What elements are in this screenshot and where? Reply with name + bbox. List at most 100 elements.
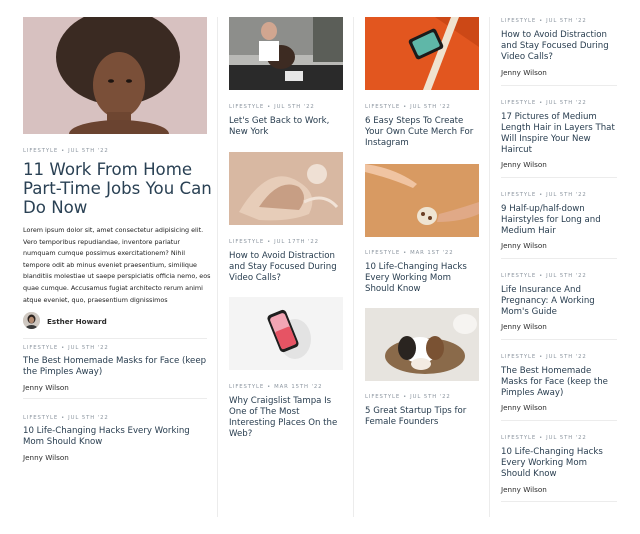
separator-dot: • <box>539 354 544 360</box>
hero-title[interactable]: 11 Work From Home Part-Time Jobs You Can… <box>23 160 213 217</box>
category-label[interactable]: LIFESTYLE <box>23 345 58 351</box>
date-label: JUL 5TH '22 <box>546 435 587 441</box>
article-title[interactable]: Life Insurance And Pregnancy: A Working … <box>501 285 617 318</box>
article-meta: LIFESTYLE • JUL 5TH '22 <box>23 345 109 351</box>
article-meta: LIFESTYLE • JUL 5TH '22 <box>501 435 587 441</box>
category-label[interactable]: LIFESTYLE <box>23 148 58 154</box>
article-meta: LIFESTYLE • JUL 5TH '22 <box>501 354 587 360</box>
article-image[interactable] <box>365 164 479 237</box>
article-author[interactable]: Jenny Wilson <box>501 160 547 169</box>
date-label: JUL 5TH '22 <box>410 104 451 110</box>
article-title[interactable]: 6 Easy Steps To Create Your Own Cute Mer… <box>365 116 479 149</box>
article-author[interactable]: Jenny Wilson <box>501 241 547 250</box>
article-title[interactable]: Why Craigslist Tampa Is One of The Most … <box>229 396 343 440</box>
separator-dot: • <box>403 250 408 256</box>
article-author[interactable]: Jenny Wilson <box>23 453 69 462</box>
separator-dot: • <box>539 435 544 441</box>
category-label[interactable]: LIFESTYLE <box>365 394 400 400</box>
article-title[interactable]: How to Avoid Distraction and Stay Focuse… <box>229 251 343 284</box>
separator-dot: • <box>267 104 272 110</box>
article-author[interactable]: Jenny Wilson <box>501 322 547 331</box>
article-title[interactable]: Let's Get Back to Work, New York <box>229 116 343 138</box>
date-label: JUL 5TH '22 <box>68 415 109 421</box>
divider <box>501 258 617 259</box>
article-meta: LIFESTYLE • JUL 5TH '22 <box>501 273 587 279</box>
article-author[interactable]: Jenny Wilson <box>501 68 547 77</box>
column-divider <box>353 17 354 517</box>
category-label[interactable]: LIFESTYLE <box>501 18 536 24</box>
category-label[interactable]: LIFESTYLE <box>365 104 400 110</box>
divider <box>501 85 617 86</box>
article-meta: LIFESTYLE • MAR 1ST '22 <box>365 250 453 256</box>
article-meta: LIFESTYLE • JUL 17TH '22 <box>229 239 319 245</box>
article-meta: LIFESTYLE • JUL 5TH '22 <box>365 394 451 400</box>
date-label: JUL 5TH '22 <box>546 273 587 279</box>
category-label[interactable]: LIFESTYLE <box>501 192 536 198</box>
article-title[interactable]: 10 Life-Changing Hacks Every Working Mom… <box>23 426 207 448</box>
article-meta: LIFESTYLE • MAR 15TH '22 <box>229 384 322 390</box>
separator-dot: • <box>539 100 544 106</box>
date-label: JUL 5TH '22 <box>546 100 587 106</box>
article-author[interactable]: Jenny Wilson <box>501 403 547 412</box>
divider <box>23 338 207 339</box>
category-label[interactable]: LIFESTYLE <box>501 354 536 360</box>
divider <box>501 420 617 421</box>
date-label: JUL 5TH '22 <box>274 104 315 110</box>
category-label[interactable]: LIFESTYLE <box>229 384 264 390</box>
date-label: JUL 5TH '22 <box>546 354 587 360</box>
divider <box>501 501 617 502</box>
article-title[interactable]: 10 Life-Changing Hacks Every Working Mom… <box>365 262 479 295</box>
separator-dot: • <box>403 394 408 400</box>
date-label: JUL 5TH '22 <box>546 18 587 24</box>
divider <box>501 177 617 178</box>
column-divider <box>489 17 490 517</box>
article-author[interactable]: Jenny Wilson <box>23 383 69 392</box>
date-label: JUL 5TH '22 <box>68 148 109 154</box>
article-title[interactable]: 17 Pictures of Medium Length Hair in Lay… <box>501 112 617 156</box>
separator-dot: • <box>267 384 272 390</box>
date-label: JUL 5TH '22 <box>546 192 587 198</box>
separator-dot: • <box>61 415 66 421</box>
article-title[interactable]: The Best Homemade Masks for Face (keep t… <box>23 356 207 378</box>
article-meta: LIFESTYLE • JUL 5TH '22 <box>365 104 451 110</box>
column-divider <box>217 17 218 517</box>
article-meta: LIFESTYLE • JUL 5TH '22 <box>501 18 587 24</box>
divider <box>501 339 617 340</box>
category-label[interactable]: LIFESTYLE <box>501 273 536 279</box>
article-title[interactable]: 10 Life-Changing Hacks Every Working Mom… <box>501 447 617 480</box>
article-image[interactable] <box>365 308 479 381</box>
article-title[interactable]: How to Avoid Distraction and Stay Focuse… <box>501 30 617 63</box>
hero-meta: LIFESTYLE • JUL 5TH '22 <box>23 148 109 154</box>
separator-dot: • <box>539 18 544 24</box>
date-label: JUL 5TH '22 <box>68 345 109 351</box>
category-label[interactable]: LIFESTYLE <box>365 250 400 256</box>
category-label[interactable]: LIFESTYLE <box>229 239 264 245</box>
article-title[interactable]: 9 Half-up/half-down Hairstyles for Long … <box>501 204 617 237</box>
category-label[interactable]: LIFESTYLE <box>23 415 58 421</box>
article-title[interactable]: The Best Homemade Masks for Face (keep t… <box>501 366 617 399</box>
article-image[interactable] <box>229 297 343 370</box>
hero-author[interactable]: Esther Howard <box>47 317 107 326</box>
date-label: JUL 5TH '22 <box>410 394 451 400</box>
article-meta: LIFESTYLE • JUL 5TH '22 <box>23 415 109 421</box>
article-meta: LIFESTYLE • JUL 5TH '22 <box>501 100 587 106</box>
separator-dot: • <box>267 239 272 245</box>
article-title[interactable]: 5 Great Startup Tips for Female Founders <box>365 406 479 428</box>
article-image[interactable] <box>365 17 479 90</box>
article-meta: LIFESTYLE • JUL 5TH '22 <box>229 104 315 110</box>
separator-dot: • <box>539 273 544 279</box>
author-avatar[interactable] <box>23 312 40 329</box>
separator-dot: • <box>61 345 66 351</box>
category-label[interactable]: LIFESTYLE <box>229 104 264 110</box>
separator-dot: • <box>61 148 66 154</box>
category-label[interactable]: LIFESTYLE <box>501 435 536 441</box>
divider <box>23 398 207 399</box>
article-author[interactable]: Jenny Wilson <box>501 485 547 494</box>
article-meta: LIFESTYLE • JUL 5TH '22 <box>501 192 587 198</box>
date-label: MAR 15TH '22 <box>274 384 323 390</box>
category-label[interactable]: LIFESTYLE <box>501 100 536 106</box>
separator-dot: • <box>403 104 408 110</box>
article-image[interactable] <box>229 17 343 90</box>
article-image[interactable] <box>229 152 343 225</box>
hero-image[interactable] <box>23 17 207 134</box>
